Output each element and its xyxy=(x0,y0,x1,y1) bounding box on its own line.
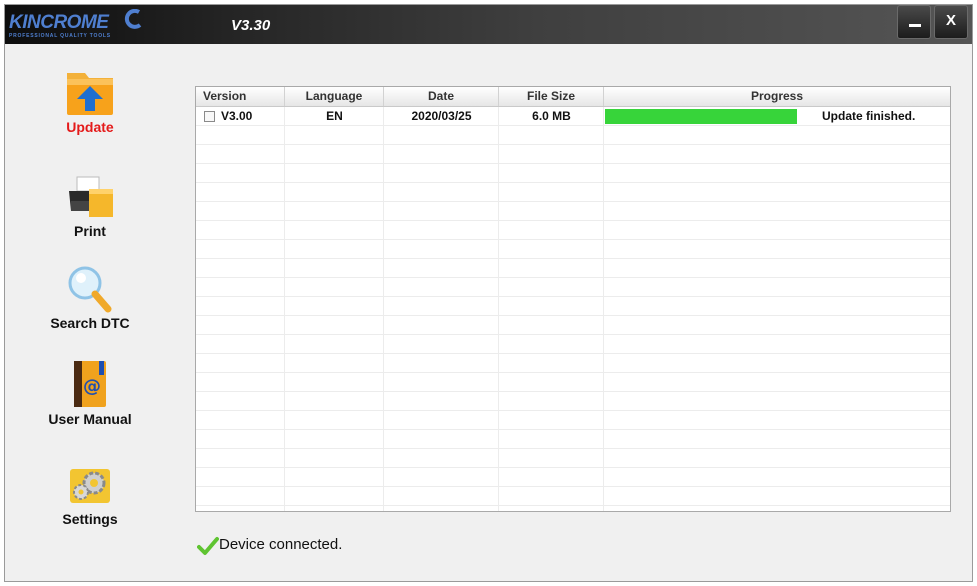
close-icon: X xyxy=(945,12,956,29)
sidebar-item-update[interactable]: Update xyxy=(35,67,145,135)
svg-text:@: @ xyxy=(83,376,101,397)
column-header-language[interactable]: Language xyxy=(285,87,384,106)
sidebar-item-settings[interactable]: Settings xyxy=(35,459,145,527)
sidebar-item-user-manual[interactable]: @ User Manual xyxy=(35,359,145,427)
column-divider xyxy=(383,107,384,511)
table-body: V3.00 EN 2020/03/25 6.0 MB Update finish… xyxy=(196,107,950,511)
minimize-icon xyxy=(909,24,921,27)
sidebar-item-search-dtc[interactable]: Search DTC xyxy=(35,263,145,331)
sidebar-item-label: Update xyxy=(66,119,114,135)
table-row[interactable]: V3.00 EN 2020/03/25 6.0 MB Update finish… xyxy=(196,107,950,125)
minimize-button[interactable] xyxy=(897,5,931,39)
column-header-version[interactable]: Version xyxy=(196,87,285,106)
update-folder-icon xyxy=(67,73,113,115)
column-header-date[interactable]: Date xyxy=(384,87,499,106)
cell-date: 2020/03/25 xyxy=(411,109,472,123)
app-version: V3.30 xyxy=(231,17,271,34)
close-button[interactable]: X xyxy=(934,5,968,39)
gears-icon xyxy=(70,469,110,503)
cell-version: V3.00 xyxy=(221,109,253,123)
app-window: KINCROME PROFESSIONAL QUALITY TOOLS V3.3… xyxy=(4,4,973,582)
sidebar-item-label: Print xyxy=(74,223,106,239)
table-header: Version Language Date File Size Progress xyxy=(196,87,950,107)
row-checkbox[interactable] xyxy=(204,111,215,122)
cell-file-size: 6.0 MB xyxy=(532,109,571,123)
sidebar-item-print[interactable]: Print xyxy=(35,171,145,239)
logo-tagline: PROFESSIONAL QUALITY TOOLS xyxy=(9,33,111,39)
progress-status-text: Update finished. xyxy=(822,109,916,123)
sidebar-item-label: Search DTC xyxy=(50,315,130,331)
column-header-progress[interactable]: Progress xyxy=(604,87,950,106)
logo-swoosh-icon xyxy=(124,9,142,29)
kincrome-logo: KINCROME PROFESSIONAL QUALITY TOOLS xyxy=(9,9,159,39)
progress-bar xyxy=(605,109,797,124)
magnifier-icon xyxy=(68,266,112,313)
logo-text: KINCROME xyxy=(9,12,109,33)
update-table: Version Language Date File Size Progress… xyxy=(195,86,951,512)
checkmark-icon xyxy=(197,537,219,555)
sidebar-item-label: Settings xyxy=(62,511,118,527)
progress-bar-fill xyxy=(605,109,797,124)
cell-language: EN xyxy=(326,109,343,123)
column-header-file-size[interactable]: File Size xyxy=(499,87,604,106)
column-divider xyxy=(603,107,604,511)
sidebar-item-label: User Manual xyxy=(48,411,132,427)
address-book-icon: @ xyxy=(74,361,106,407)
status-text: Device connected. xyxy=(219,536,343,553)
column-divider xyxy=(284,107,285,511)
column-divider xyxy=(498,107,499,511)
printer-icon xyxy=(69,176,113,217)
title-bar[interactable]: KINCROME PROFESSIONAL QUALITY TOOLS V3.3… xyxy=(5,5,972,44)
